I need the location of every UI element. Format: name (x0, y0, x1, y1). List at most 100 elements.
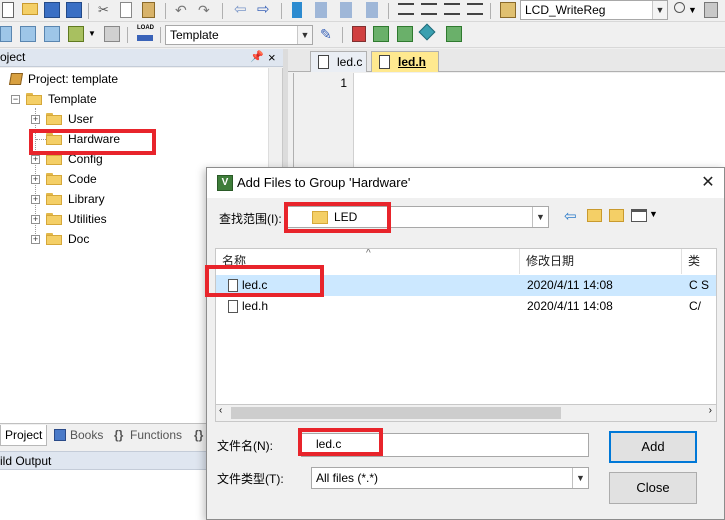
manage-rte-icon[interactable] (418, 23, 436, 41)
up-folder-icon[interactable] (587, 209, 602, 222)
close-button[interactable]: Close (609, 472, 697, 504)
chevron-down-icon[interactable]: ▼ (572, 468, 588, 488)
tab-books[interactable]: Books (50, 425, 107, 446)
scroll-left-icon[interactable]: ‹ (219, 405, 222, 416)
uncomment-icon[interactable] (467, 3, 483, 15)
editor-tab-led-h[interactable]: led.h (371, 51, 439, 72)
save-all-icon[interactable] (66, 2, 82, 18)
file-name: led.h (242, 299, 269, 313)
save-icon[interactable] (44, 2, 60, 18)
chevron-down-icon[interactable]: ▼ (88, 26, 104, 42)
batch-build-icon[interactable] (68, 26, 84, 42)
chevron-down-icon[interactable]: ▼ (649, 209, 658, 219)
add-button[interactable]: Add (609, 431, 697, 463)
tab-templates-label: {} (194, 428, 204, 442)
bookmark-clear-icon[interactable] (366, 2, 378, 18)
tab-templates[interactable]: {} (190, 425, 207, 446)
bookmark-next-icon[interactable] (340, 2, 352, 18)
view-menu-icon[interactable] (631, 209, 647, 222)
search-icon[interactable] (674, 2, 685, 13)
bookmark-icon[interactable] (292, 2, 302, 18)
toolbar-separator (127, 27, 128, 43)
file-row[interactable]: led.h 2020/4/11 14:08 C/ (216, 296, 716, 317)
project-panel-title: oject (0, 50, 26, 64)
settings-icon[interactable] (704, 2, 718, 18)
group-label: Utilities (68, 212, 107, 226)
function-combo-value: LCD_WriteReg (525, 3, 606, 17)
toolbar-separator (165, 3, 166, 19)
bookmark-prev-icon[interactable] (315, 2, 327, 18)
sort-ascending-icon: ^ (366, 248, 371, 259)
file-name-label: 文件名(N): (217, 439, 273, 453)
dialog-title-bar: V Add Files to Group 'Hardware' ✕ (207, 168, 724, 198)
close-icon[interactable]: ✕ (698, 173, 718, 193)
undo-icon[interactable]: ↶ (175, 2, 191, 18)
expand-icon[interactable]: + (31, 195, 40, 204)
column-header-modified-label: 修改日期 (526, 254, 575, 268)
folder-open-icon (26, 93, 42, 105)
editor-tab-label: led.h (398, 55, 427, 69)
close-icon[interactable]: × (268, 49, 276, 66)
indent-icon[interactable] (398, 3, 414, 15)
tab-books-label: Books (70, 428, 104, 442)
function-combo[interactable]: LCD_WriteReg ▼ (520, 0, 668, 20)
pin-icon[interactable]: 📌 (250, 49, 264, 66)
group-label: Doc (68, 232, 90, 246)
file-type: C S (689, 278, 710, 292)
comment-icon[interactable] (444, 3, 460, 15)
back-arrow-icon[interactable]: ⇦ (234, 2, 250, 18)
download-icon[interactable]: LOAD (137, 25, 154, 41)
tab-functions[interactable]: {} Functions (110, 425, 186, 446)
paste-icon[interactable] (142, 2, 155, 18)
tab-project[interactable]: Project (0, 425, 48, 446)
scroll-right-icon[interactable]: › (709, 405, 712, 416)
chevron-down-icon[interactable]: ▼ (532, 207, 548, 227)
project-panel-title-bar: oject 📌 × (0, 49, 283, 67)
open-folder-icon[interactable] (22, 3, 38, 15)
back-arrow-icon[interactable]: ⇦ (564, 207, 577, 225)
expand-icon[interactable]: + (31, 115, 40, 124)
unindent-icon[interactable] (421, 3, 437, 15)
file-type-select[interactable]: All files (*.*) ▼ (311, 467, 589, 489)
copy-icon[interactable] (120, 2, 132, 18)
group-label: Code (68, 172, 97, 186)
toolbar-separator (222, 3, 223, 19)
editor-tab-label: led.c (337, 55, 363, 69)
toolbar-build: ▼ LOAD Template ▼ ✎ (0, 22, 725, 48)
column-header-type[interactable]: 类 (682, 249, 716, 274)
pack-installer-icon[interactable] (397, 26, 413, 42)
new-file-icon[interactable] (2, 2, 14, 18)
target-options-icon[interactable]: ✎ (320, 26, 336, 42)
file-list-hscrollbar[interactable]: ‹ › (215, 404, 717, 422)
expand-icon[interactable]: + (31, 215, 40, 224)
translate-icon[interactable] (0, 26, 12, 42)
multi-project-icon[interactable] (446, 26, 462, 42)
scrollbar-thumb[interactable] (231, 407, 561, 419)
file-type-label: 文件类型(T): (217, 472, 284, 486)
expand-icon[interactable]: + (31, 155, 40, 164)
redo-icon[interactable]: ↷ (198, 2, 214, 18)
manage-components-icon[interactable] (352, 26, 366, 42)
group-label: Library (68, 192, 105, 206)
chevron-down-icon[interactable]: ▼ (688, 2, 704, 18)
select-packs-icon[interactable] (373, 26, 389, 42)
rebuild-icon[interactable] (44, 26, 60, 42)
folder-icon (46, 113, 62, 125)
stop-build-icon[interactable] (104, 26, 120, 42)
target-combo[interactable]: Template ▼ (165, 25, 313, 45)
cut-icon[interactable]: ✂ (98, 2, 114, 18)
find-in-files-icon[interactable] (500, 2, 516, 18)
highlight-hardware (29, 129, 156, 155)
folder-icon (46, 193, 62, 205)
chevron-down-icon[interactable]: ▼ (652, 1, 667, 19)
expand-icon[interactable]: + (31, 175, 40, 184)
build-icon[interactable] (20, 26, 36, 42)
forward-arrow-icon[interactable]: ⇨ (257, 2, 273, 18)
group-label: User (68, 112, 94, 126)
chevron-down-icon[interactable]: ▼ (297, 26, 312, 44)
column-header-modified[interactable]: 修改日期 (520, 249, 682, 274)
editor-tab-led-c[interactable]: led.c (310, 51, 367, 72)
expand-icon[interactable]: + (31, 235, 40, 244)
collapse-icon[interactable]: − (11, 95, 20, 104)
new-folder-icon[interactable] (609, 209, 624, 222)
